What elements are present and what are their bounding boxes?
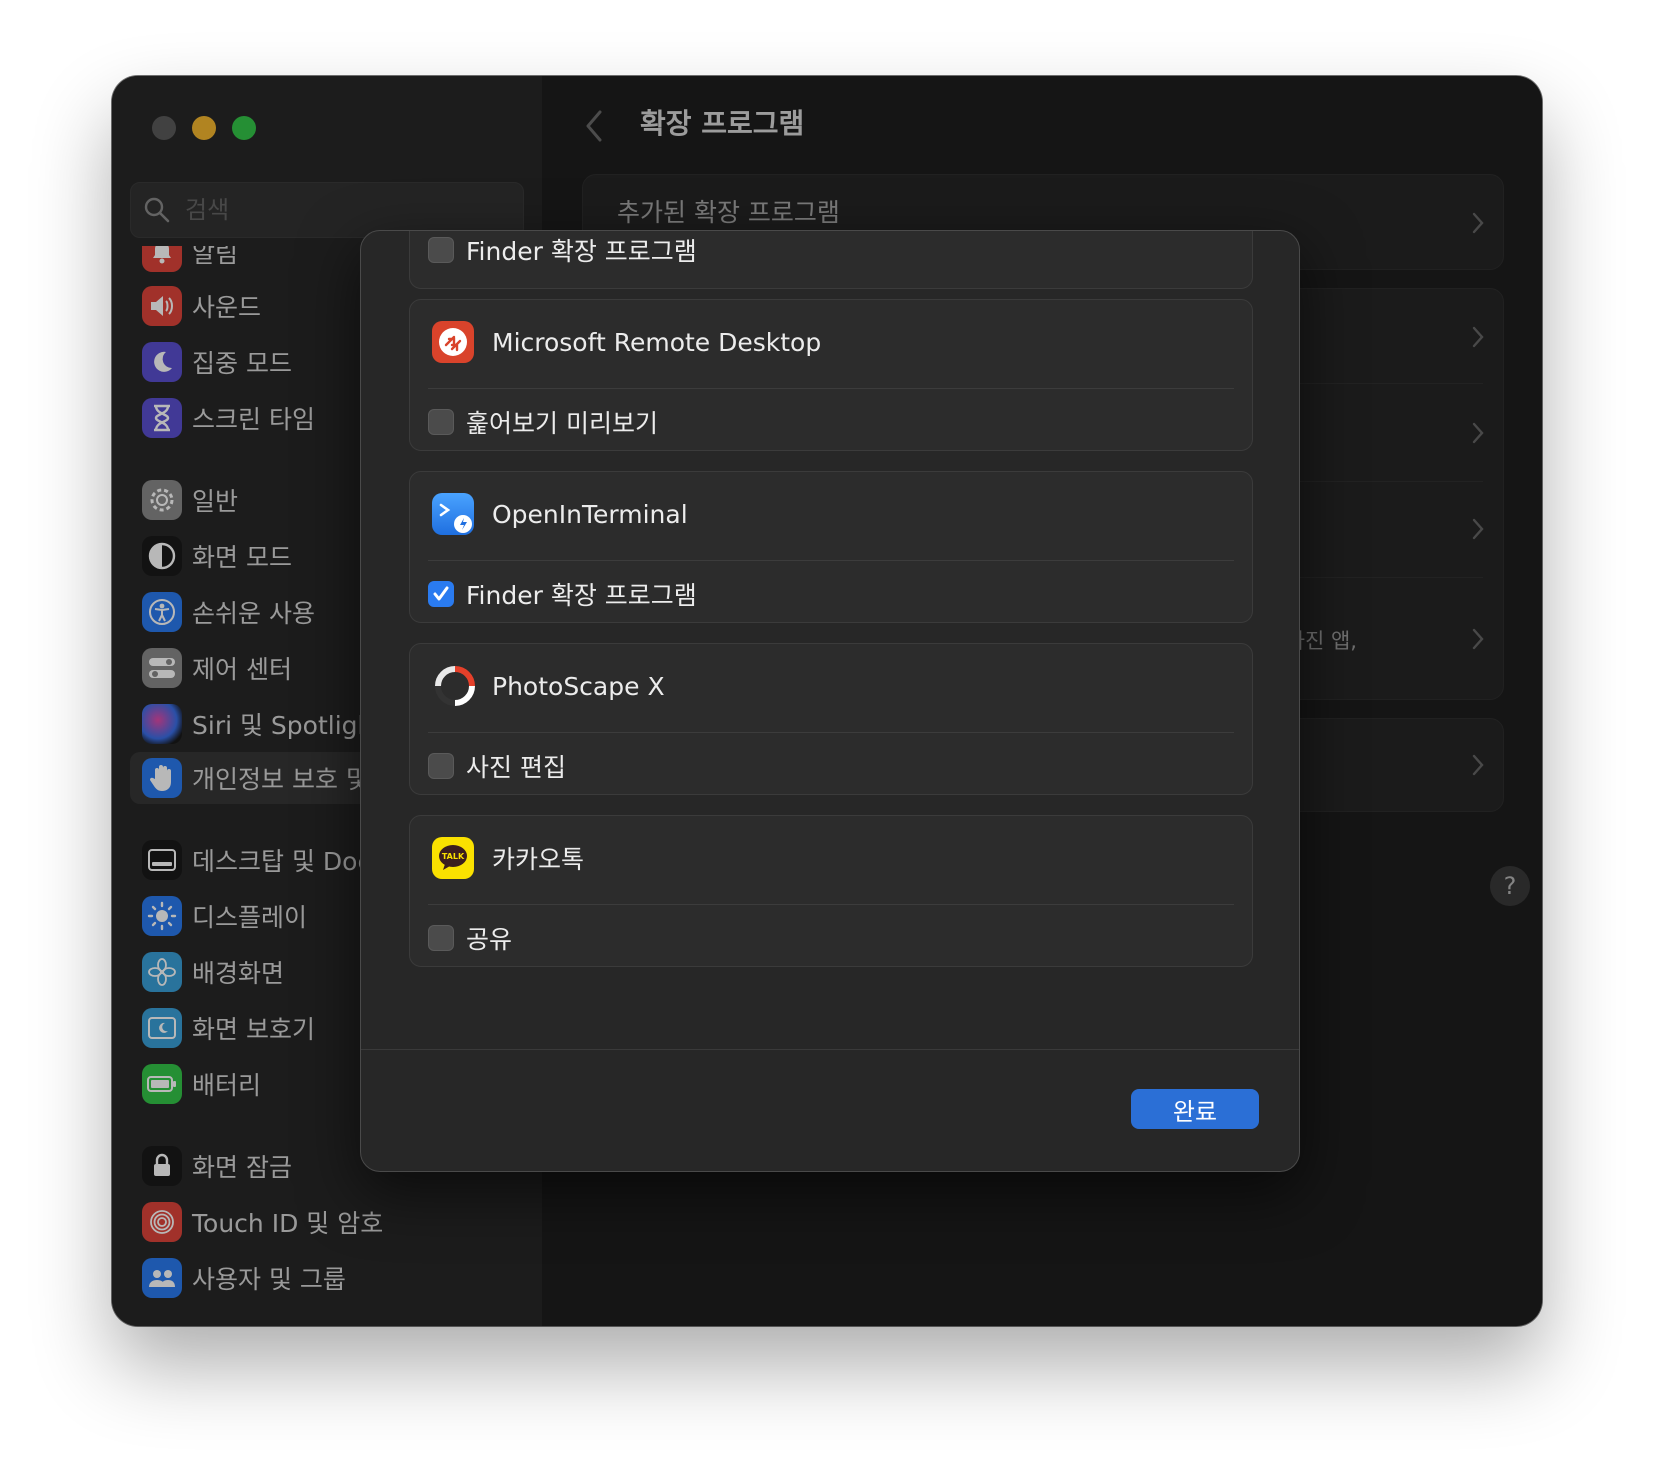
divider (428, 388, 1234, 389)
extension-option-row[interactable]: 공유 (428, 920, 512, 956)
app-name: PhotoScape X (492, 671, 665, 701)
app-name: OpenInTerminal (492, 499, 688, 529)
app-header: Microsoft Remote Desktop (432, 320, 821, 364)
open-in-terminal-icon (432, 493, 474, 535)
app-header: PhotoScape X (432, 664, 665, 708)
share-checkbox[interactable] (428, 925, 454, 951)
app-name: Microsoft Remote Desktop (492, 327, 822, 357)
extension-option-row[interactable]: Finder 확장 프로그램 (428, 576, 697, 612)
photoscape-icon (432, 665, 475, 707)
footer-divider (361, 1049, 1299, 1050)
divider (428, 732, 1234, 733)
extension-checkbox[interactable] (428, 237, 454, 263)
extension-option-label: Finder 확장 프로그램 (466, 581, 697, 610)
svg-text:TALK: TALK (442, 852, 465, 861)
extension-card-photoscape-x: PhotoScape X 사진 편집 (409, 643, 1253, 795)
extension-option-label: 공유 (466, 925, 513, 954)
extension-card-microsoft-remote-desktop: Microsoft Remote Desktop 훑어보기 미리보기 (409, 299, 1253, 451)
extension-option-row[interactable]: Finder 확장 프로그램 (428, 232, 697, 268)
extensions-sheet: Finder 확장 프로그램 Microsoft Remote Desktop … (360, 230, 1300, 1172)
extension-option-label: 훑어보기 미리보기 (466, 409, 658, 438)
done-button[interactable]: 완료 (1131, 1089, 1259, 1129)
app-name: 카카오톡 (492, 845, 585, 874)
checkmark-icon (433, 586, 449, 601)
extension-card-kakaotalk: TALK 카카오톡 공유 (409, 815, 1253, 967)
quick-look-preview-checkbox[interactable] (428, 409, 454, 435)
divider (428, 560, 1234, 561)
extension-card-openinterminal: OpenInTerminal Finder 확장 프로그램 (409, 471, 1253, 623)
microsoft-remote-desktop-icon (432, 321, 474, 363)
finder-extension-checkbox[interactable] (428, 581, 454, 607)
kakaotalk-icon: TALK (432, 837, 474, 879)
photo-editing-checkbox[interactable] (428, 753, 454, 779)
extension-option-label: 사진 편집 (466, 753, 566, 782)
extension-option-row[interactable]: 사진 편집 (428, 748, 566, 784)
divider (428, 904, 1234, 905)
extension-option-row[interactable]: 훑어보기 미리보기 (428, 404, 658, 440)
app-header: TALK 카카오톡 (432, 836, 584, 880)
system-settings-window: 알림 사운드 집중 모드 스크린 타임 (112, 76, 1542, 1326)
app-header: OpenInTerminal (432, 492, 688, 536)
extension-option-label: Finder 확장 프로그램 (466, 237, 697, 266)
extension-card-partial: Finder 확장 프로그램 (409, 231, 1253, 289)
